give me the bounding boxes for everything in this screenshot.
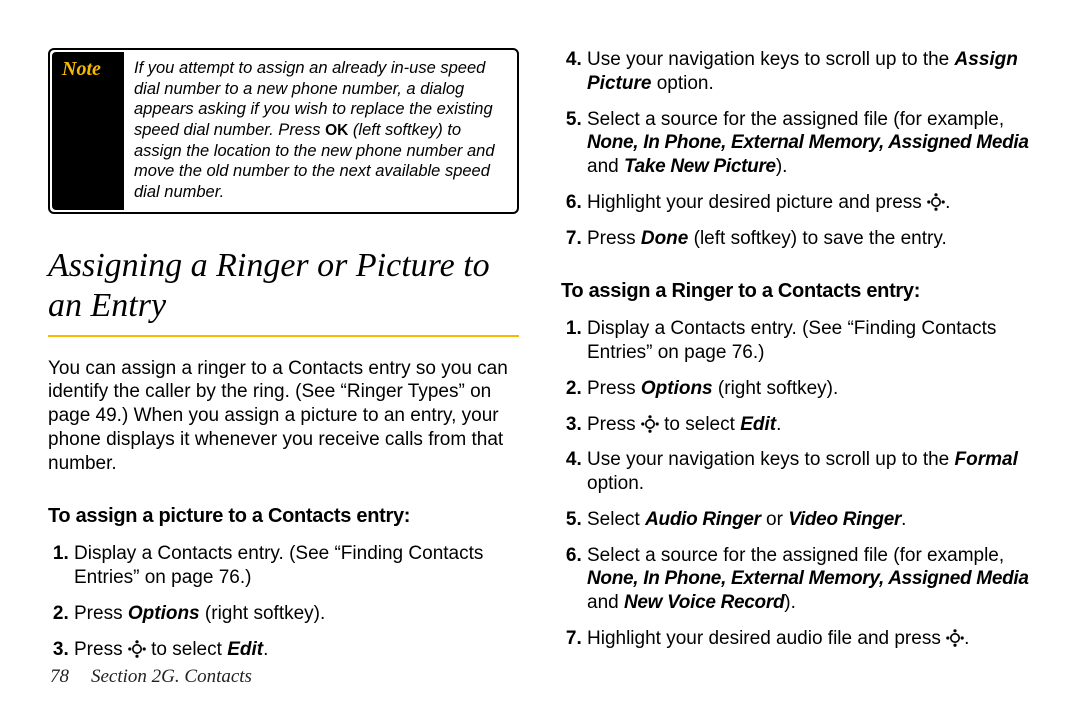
ring-step-6c: and [587, 592, 624, 613]
ring-step-7b: . [964, 628, 969, 649]
pic-step-4a: Use your navigation keys to scroll up to… [587, 49, 955, 70]
ring-step-4c: option. [587, 473, 644, 494]
intro-paragraph: You can assign a ringer to a Contacts en… [48, 357, 519, 476]
note-text: If you attempt to assign an already in-u… [124, 52, 515, 210]
picture-steps-part1: Display a Contacts entry. (See “Finding … [48, 542, 519, 673]
note-softkey-ok: OK [325, 122, 348, 139]
pic-step-3c: . [263, 639, 268, 660]
page-number: 78 [50, 666, 69, 687]
ring-step-2: Press Options (right softkey). [587, 377, 1032, 401]
pic-step-4c: option. [651, 73, 713, 94]
new-voice-record-label: New Voice Record [624, 592, 784, 613]
ring-step-3b: to select [659, 414, 740, 435]
ring-step-4a: Use your navigation keys to scroll up to… [587, 449, 955, 470]
pic-step-2: Press Options (right softkey). [74, 602, 519, 626]
take-new-picture-label: Take New Picture [624, 156, 776, 177]
pic-step-7c: (left softkey) to save the entry. [688, 228, 946, 249]
page: Note If you attempt to assign an already… [0, 0, 1080, 720]
pic-step-6b: . [945, 192, 950, 213]
ring-step-4: Use your navigation keys to scroll up to… [587, 448, 1032, 496]
pic-step-7a: Press [587, 228, 641, 249]
ring-step-7a: Highlight your desired audio file and pr… [587, 628, 946, 649]
section-label: Section 2G. Contacts [91, 666, 252, 687]
pic-step-3: Press to select Edit. [74, 638, 519, 662]
right-column: Use your navigation keys to scroll up to… [561, 48, 1032, 690]
nav-key-icon [128, 640, 146, 658]
pic-step-2b: (right softkey). [200, 603, 326, 624]
ringer-subheading: To assign a Ringer to a Contacts entry: [561, 280, 1032, 303]
pic-step-6: Highlight your desired picture and press… [587, 191, 1032, 215]
pic-step-1: Display a Contacts entry. (See “Finding … [74, 542, 519, 590]
picture-subheading: To assign a picture to a Contacts entry: [48, 505, 519, 528]
ring-step-6a: Select a source for the assigned file (f… [587, 545, 1004, 566]
ring-step-5: Select Audio Ringer or Video Ringer. [587, 508, 1032, 532]
edit-label: Edit [740, 414, 776, 435]
pic-step-3b: to select [146, 639, 227, 660]
ring-step-3c: . [776, 414, 781, 435]
video-ringer-label: Video Ringer [788, 509, 901, 530]
source-options-label: None, In Phone, External Memory, Assigne… [587, 568, 1029, 589]
ring-step-3: Press to select Edit. [587, 413, 1032, 437]
pic-step-5c: and [587, 156, 624, 177]
audio-ringer-label: Audio Ringer [645, 509, 761, 530]
ring-step-2a: Press [587, 378, 641, 399]
ring-step-7: Highlight your desired audio file and pr… [587, 627, 1032, 651]
pic-step-5a: Select a source for the assigned file (f… [587, 109, 1004, 130]
nav-key-icon [927, 193, 945, 211]
left-column: Note If you attempt to assign an already… [48, 48, 519, 690]
section-heading: Assigning a Ringer or Picture to an Entr… [48, 246, 519, 336]
edit-label: Edit [227, 639, 263, 660]
ring-step-3a: Press [587, 414, 641, 435]
note-label: Note [52, 52, 124, 210]
note-box: Note If you attempt to assign an already… [48, 48, 519, 214]
ring-step-2b: (right softkey). [713, 378, 839, 399]
nav-key-icon [641, 415, 659, 433]
ring-step-5e: . [901, 509, 906, 530]
page-footer: 78 Section 2G. Contacts [50, 666, 252, 688]
pic-step-3a: Press [74, 639, 128, 660]
ring-step-6: Select a source for the assigned file (f… [587, 544, 1032, 615]
ringer-steps: Display a Contacts entry. (See “Finding … [561, 317, 1032, 662]
formal-label: Formal [955, 449, 1018, 470]
pic-step-2a: Press [74, 603, 128, 624]
pic-step-7: Press Done (left softkey) to save the en… [587, 227, 1032, 251]
source-options-label: None, In Phone, External Memory, Assigne… [587, 132, 1029, 153]
ring-step-1: Display a Contacts entry. (See “Finding … [587, 317, 1032, 365]
pic-step-5e: ). [776, 156, 788, 177]
options-label: Options [128, 603, 200, 624]
pic-step-4: Use your navigation keys to scroll up to… [587, 48, 1032, 96]
nav-key-icon [946, 629, 964, 647]
ring-step-5c: or [761, 509, 788, 530]
picture-steps-part2: Use your navigation keys to scroll up to… [561, 48, 1032, 262]
ring-step-5a: Select [587, 509, 645, 530]
done-label: Done [641, 228, 689, 249]
pic-step-6a: Highlight your desired picture and press [587, 192, 927, 213]
ring-step-6e: ). [784, 592, 796, 613]
options-label: Options [641, 378, 713, 399]
pic-step-5: Select a source for the assigned file (f… [587, 108, 1032, 179]
